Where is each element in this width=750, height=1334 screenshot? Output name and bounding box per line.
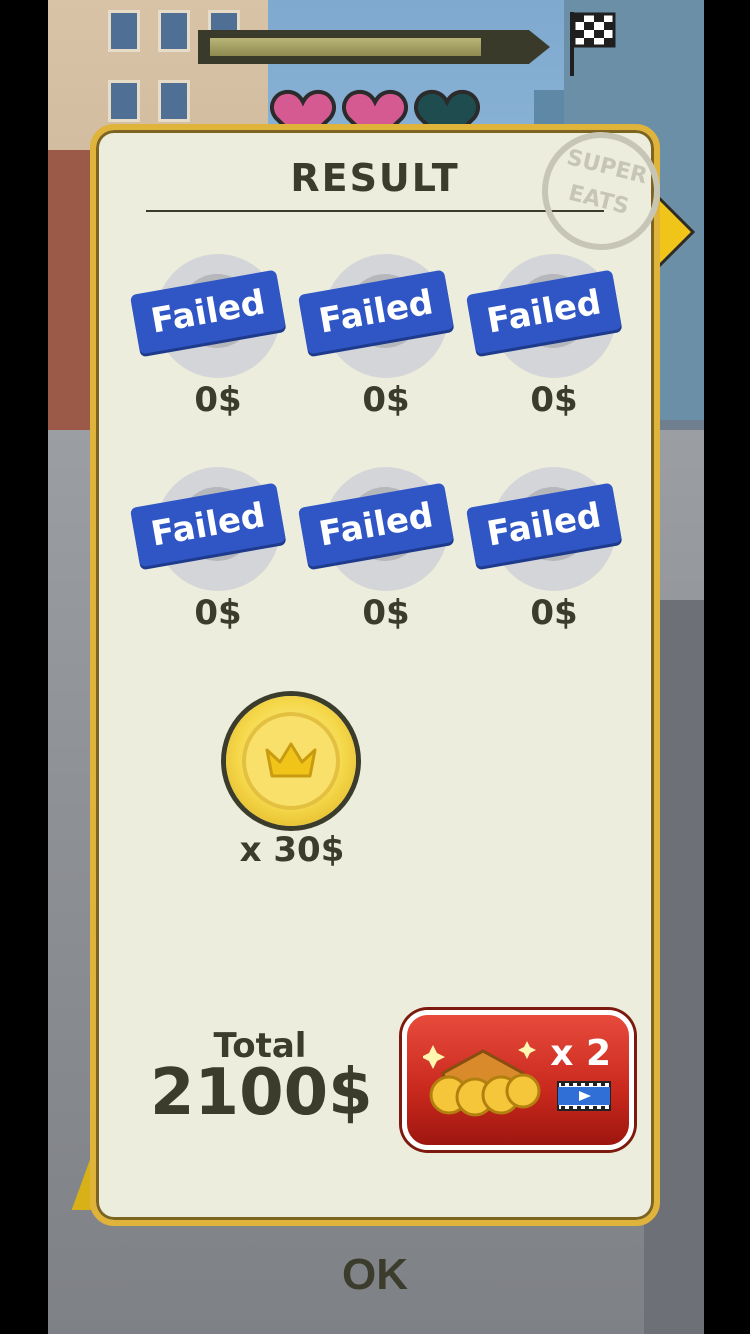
order-slot: Failed 0$	[297, 254, 464, 434]
crown-coin-icon	[226, 696, 356, 826]
order-slot: Failed 0$	[465, 467, 632, 647]
level-progress-fill	[210, 38, 482, 56]
total-value: 2100$	[150, 1056, 373, 1130]
coin-multiplier: x 30$	[239, 830, 345, 870]
title-divider	[146, 210, 604, 212]
order-amount: 0$	[530, 593, 578, 633]
result-panel: RESULT SUPER EATS Failed 0$ Failed 0$ Failed…	[90, 119, 673, 1226]
coin-pile-icon	[423, 1041, 541, 1117]
ok-button[interactable]: OK	[300, 1244, 450, 1304]
order-amount: 0$	[362, 593, 410, 633]
order-amount: 0$	[194, 380, 242, 420]
order-slot: Failed 0$	[297, 467, 464, 647]
double-reward-button[interactable]: x 2	[402, 1010, 634, 1150]
order-slot: Failed 0$	[129, 467, 296, 647]
finish-flag-icon	[570, 12, 616, 76]
order-amount: 0$	[362, 380, 410, 420]
order-slot: Failed 0$	[465, 254, 632, 434]
order-amount: 0$	[530, 380, 578, 420]
order-slot: Failed 0$	[129, 254, 296, 434]
level-progress-bar	[198, 30, 550, 64]
video-ad-icon	[557, 1081, 611, 1111]
game-screen: RESULT SUPER EATS Failed 0$ Failed 0$ Failed…	[0, 0, 750, 1334]
double-multiplier-label: x 2	[550, 1033, 611, 1074]
super-eats-stamp-logo: SUPER EATS	[529, 119, 673, 263]
order-amount: 0$	[194, 593, 242, 633]
crown-icon	[265, 742, 317, 778]
